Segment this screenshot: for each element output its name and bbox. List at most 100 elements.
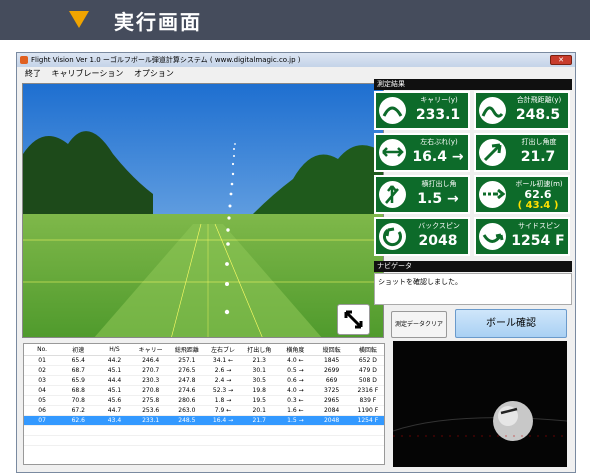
camera-view <box>393 341 567 467</box>
table-cell: 44.7 <box>96 405 133 416</box>
table-cell: 0.3 ← <box>277 395 314 406</box>
col-side-angle[interactable]: 横角度 <box>277 344 314 356</box>
col-no[interactable]: No. <box>24 344 61 356</box>
table-cell: 44.4 <box>96 375 133 386</box>
card-label: 打出し角度 <box>521 138 557 146</box>
table-cell: 274.6 <box>168 385 205 396</box>
card-lateral: 左右ぶれ(y) 16.4 → <box>374 133 470 172</box>
table-cell <box>241 425 278 436</box>
table-cell: 479 D <box>349 365 384 376</box>
table-cell: 19.8 <box>241 385 278 396</box>
table-cell <box>277 435 314 446</box>
table-cell: 276.5 <box>168 365 205 376</box>
table-cell: 2699 <box>313 365 350 376</box>
table-row[interactable]: 05 70.8 45.6 275.8 280.6 1.8 → 19.5 0.3 ← 2965 83… <box>24 395 384 406</box>
col-lateral[interactable]: 左右ブレ <box>204 344 242 356</box>
table-cell: 233.1 <box>132 415 169 426</box>
card-label: サイドスピン <box>518 222 560 230</box>
table-row[interactable]: 06 67.2 44.7 253.6 263.0 7.9 ← 20.1 1.6 ← 2084 11… <box>24 405 384 416</box>
table-cell: 01 <box>24 355 61 366</box>
app-window: Flight Vision Ver 1.0 ーゴルフボール弾道計算システム ( … <box>16 52 576 473</box>
table-cell: 4.0 ← <box>277 355 314 366</box>
table-cell: 2965 <box>313 395 350 406</box>
table-cell <box>241 435 278 446</box>
card-carry: キャリー(y) 233.1 <box>374 91 470 130</box>
table-cell: 839 F <box>349 395 384 406</box>
table-cell: 2048 <box>313 415 350 426</box>
section-banner: 実行画面 <box>0 0 590 40</box>
table-cell: 1.5 → <box>277 415 314 426</box>
table-cell: 3725 <box>313 385 350 396</box>
table-cell: 1.8 → <box>204 395 242 406</box>
table-row[interactable]: 04 68.8 45.1 270.8 274.6 52.3 → 19.8 4.0 → 3725 2… <box>24 385 384 396</box>
expand-view-button[interactable] <box>337 304 370 335</box>
table-row[interactable]: 03 65.9 44.4 230.3 247.8 2.4 → 30.5 0.6 → 669 508… <box>24 375 384 386</box>
table-cell: 20.1 <box>241 405 278 416</box>
table-cell: 21.7 <box>241 415 278 426</box>
table-cell <box>96 435 133 446</box>
card-sidespin: サイドスピン 1254 F <box>474 217 570 256</box>
ball-speed-icon <box>479 181 506 208</box>
table-cell <box>132 425 169 436</box>
close-icon[interactable]: ✕ <box>550 55 572 65</box>
col-total[interactable]: 総飛距離 <box>168 344 205 356</box>
table-cell <box>168 425 205 436</box>
carry-arc-icon <box>379 97 406 124</box>
col-sidespin[interactable]: 横回転 <box>349 344 384 356</box>
col-speed[interactable]: 初速 <box>60 344 97 356</box>
col-launch[interactable]: 打出し角 <box>241 344 278 356</box>
ball-check-button[interactable]: ボール確認 <box>455 309 567 338</box>
golf-course-view <box>22 83 384 338</box>
table-cell <box>168 435 205 446</box>
table-cell <box>132 435 169 446</box>
menu-options[interactable]: オプション <box>134 67 174 80</box>
banner-title: 実行画面 <box>114 10 202 34</box>
table-cell: 43.4 <box>96 415 133 426</box>
table-cell <box>24 425 61 436</box>
table-cell: 04 <box>24 385 61 396</box>
card-value: 16.4 → <box>412 149 464 165</box>
card-value: 2048 <box>418 233 458 249</box>
table-cell: 19.5 <box>241 395 278 406</box>
launch-angle-icon <box>479 139 506 166</box>
table-cell: 280.6 <box>168 395 205 406</box>
table-cell: 2084 <box>313 405 350 416</box>
table-cell: 1845 <box>313 355 350 366</box>
table-cell: 652 D <box>349 355 384 366</box>
window-title: Flight Vision Ver 1.0 ーゴルフボール弾道計算システム ( … <box>31 56 301 64</box>
table-cell: 1190 F <box>349 405 384 416</box>
card-label: キャリー(y) <box>420 96 458 104</box>
col-backspin[interactable]: 縦回転 <box>313 344 350 356</box>
table-cell: 257.1 <box>168 355 205 366</box>
table-cell <box>349 435 384 446</box>
side-launch-icon <box>379 181 406 208</box>
table-cell: 247.8 <box>168 375 205 386</box>
table-cell: 4.0 → <box>277 385 314 396</box>
card-label: 左右ぶれ(y) <box>420 138 458 146</box>
table-cell: 263.0 <box>168 405 205 416</box>
col-carry[interactable]: キャリー <box>132 344 169 356</box>
table-cell: 34.1 ← <box>204 355 242 366</box>
table-cell: 246.4 <box>132 355 169 366</box>
table-cell: 0.5 → <box>277 365 314 376</box>
table-cell: 67.2 <box>60 405 97 416</box>
card-total-distance: 合計飛距離(y) 248.5 <box>474 91 570 130</box>
col-hs[interactable]: H/S <box>96 344 133 356</box>
navigator-header: ナビゲータ <box>374 261 572 272</box>
table-cell: 52.3 → <box>204 385 242 396</box>
clear-data-button[interactable]: 測定データクリア <box>391 311 447 338</box>
table-cell: 270.7 <box>132 365 169 376</box>
navigator-message: ショットを確認しました。 <box>374 273 572 305</box>
table-row[interactable]: 01 65.4 44.2 246.4 257.1 34.1 ← 21.3 4.0 ← 1845 6… <box>24 355 384 366</box>
table-cell: 45.6 <box>96 395 133 406</box>
table-row[interactable]: 02 68.7 45.1 270.7 276.5 2.6 → 30.1 0.5 → 2699 47… <box>24 365 384 376</box>
menu-calibration[interactable]: キャリブレーション <box>52 67 124 80</box>
card-label: 合計飛距離(y) <box>516 96 562 104</box>
course-illustration <box>23 84 383 337</box>
table-cell: 03 <box>24 375 61 386</box>
table-row[interactable]: 07 62.6 43.4 233.1 248.5 16.4 → 21.7 1.5 → 2048 1… <box>24 415 384 426</box>
backspin-icon <box>379 223 406 250</box>
menu-exit[interactable]: 終了 <box>25 67 41 80</box>
table-cell: 45.1 <box>96 385 133 396</box>
total-distance-icon <box>479 97 506 124</box>
